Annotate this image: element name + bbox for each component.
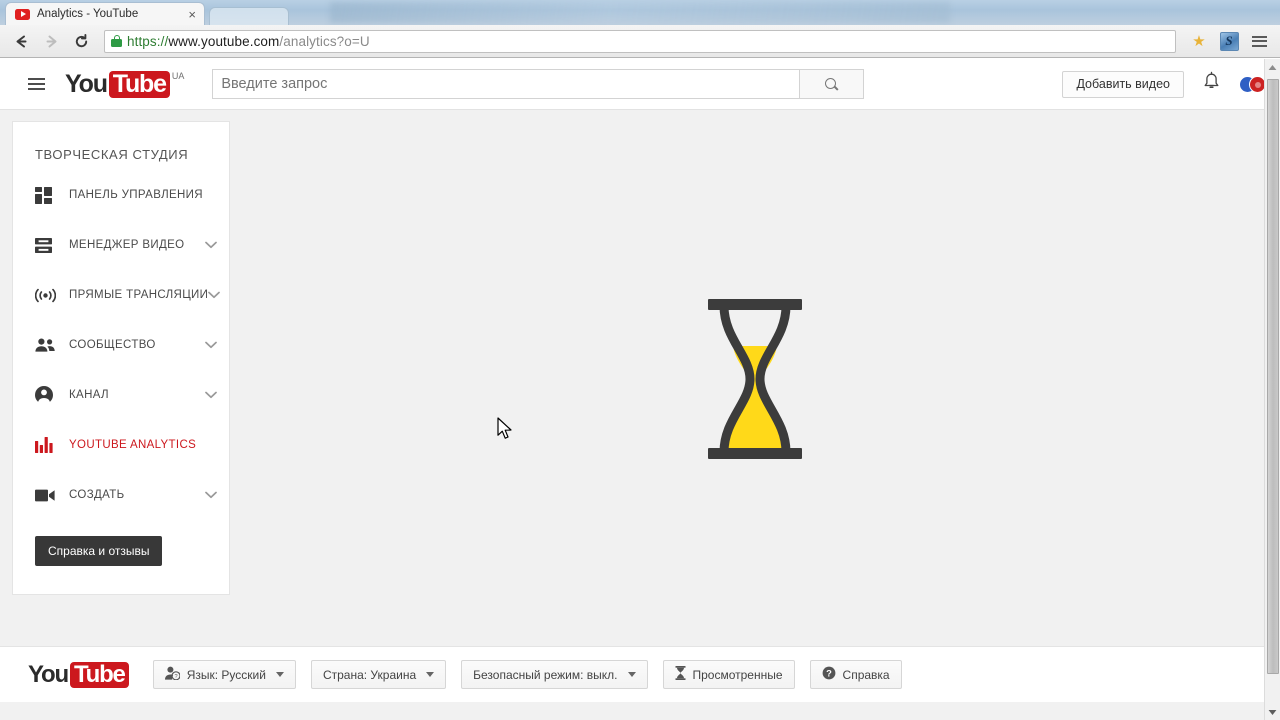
chevron-down-icon[interactable] xyxy=(208,291,221,299)
hamburger-icon[interactable] xyxy=(28,78,45,90)
hourglass-small-icon xyxy=(675,666,686,683)
reload-icon[interactable] xyxy=(68,29,94,53)
browser-tab[interactable]: Analytics - YouTube × xyxy=(5,2,205,25)
page-body: ТВОРЧЕСКАЯ СТУДИЯ ПАНЕЛЬ УПРАВЛЕНИЯ МЕНЕ… xyxy=(0,110,1280,659)
safe-mode-label: Безопасный режим: выкл. xyxy=(473,667,618,682)
sidebar-item-label: СОЗДАТЬ xyxy=(69,489,125,501)
chevron-down-icon[interactable] xyxy=(205,491,217,499)
back-arrow-icon[interactable] xyxy=(8,29,34,53)
svg-text:?: ? xyxy=(826,667,832,678)
country-selector-button[interactable]: Страна: Украина xyxy=(310,660,447,689)
footer-logo-tube: Tube xyxy=(69,661,129,688)
search-input[interactable] xyxy=(212,69,800,99)
hourglass-loading-icon xyxy=(705,296,805,467)
sidebar-item-label: YOUTUBE ANALYTICS xyxy=(69,439,197,451)
vertical-scrollbar[interactable] xyxy=(1264,59,1280,720)
logo-country-code: UA xyxy=(171,70,185,81)
scrollbar-thumb[interactable] xyxy=(1267,79,1279,674)
scroll-down-arrow-icon[interactable] xyxy=(1265,704,1280,720)
creator-studio-sidebar: ТВОРЧЕСКАЯ СТУДИЯ ПАНЕЛЬ УПРАВЛЕНИЯ МЕНЕ… xyxy=(12,121,230,595)
browser-toolbar: https://www.youtube.com/analytics?o=U ★ … xyxy=(0,25,1280,58)
question-mark-icon: ? xyxy=(822,666,836,683)
extension-icon[interactable]: S xyxy=(1216,29,1242,53)
sidebar-item-label: ПРЯМЫЕ ТРАНСЛЯЦИИ xyxy=(69,289,209,301)
help-button[interactable]: ? Справка xyxy=(809,660,902,689)
address-bar[interactable]: https://www.youtube.com/analytics?o=U xyxy=(104,29,1176,53)
page-viewport: You Tube UA Добавить видео xyxy=(0,59,1280,720)
svg-text:?: ? xyxy=(174,674,177,680)
bell-icon[interactable] xyxy=(1202,71,1221,97)
video-manager-icon xyxy=(35,237,57,253)
masthead-actions: Добавить видео xyxy=(1062,70,1266,98)
close-icon[interactable]: × xyxy=(186,8,198,21)
bookmark-star-icon[interactable]: ★ xyxy=(1186,29,1212,53)
community-people-icon xyxy=(35,338,57,352)
forward-arrow-icon xyxy=(38,29,64,53)
youtube-favicon xyxy=(15,8,30,20)
youtube-masthead: You Tube UA Добавить видео xyxy=(0,59,1280,110)
chevron-down-icon xyxy=(627,672,636,677)
sidebar-item-youtube-analytics[interactable]: YOUTUBE ANALYTICS xyxy=(13,420,229,470)
logo-tube-text: Tube xyxy=(108,70,170,98)
logo-you-text: You xyxy=(65,69,108,98)
create-camera-icon xyxy=(35,489,57,502)
sidebar-item-label: ПАНЕЛЬ УПРАВЛЕНИЯ xyxy=(69,189,203,201)
safe-mode-button[interactable]: Безопасный режим: выкл. xyxy=(461,660,648,689)
search-icon xyxy=(825,77,838,91)
sidebar-item-label: СООБЩЕСТВО xyxy=(69,339,156,351)
language-person-icon: ? xyxy=(164,666,181,683)
country-label: Страна: Украина xyxy=(322,667,417,682)
sidebar-item-community[interactable]: СООБЩЕСТВО xyxy=(13,320,229,370)
dashboard-icon xyxy=(35,186,57,204)
search-button[interactable] xyxy=(799,69,865,99)
url-scheme: https:// xyxy=(127,33,169,49)
sidebar-item-live-broadcasts[interactable]: ПРЯМЫЕ ТРАНСЛЯЦИИ xyxy=(13,270,229,320)
sidebar-item-dashboard[interactable]: ПАНЕЛЬ УПРАВЛЕНИЯ xyxy=(13,170,229,220)
tab-strip: Analytics - YouTube × xyxy=(0,0,1280,25)
browser-window: Analytics - YouTube × https://www.youtub… xyxy=(0,0,1280,720)
page-bottom-edge xyxy=(0,716,1280,720)
watch-history-button[interactable]: Просмотренные xyxy=(662,660,795,689)
chrome-menu-icon[interactable] xyxy=(1246,29,1272,53)
sidebar-title: ТВОРЧЕСКАЯ СТУДИЯ xyxy=(35,147,189,162)
chevron-down-icon[interactable] xyxy=(205,391,217,399)
account-avatars[interactable] xyxy=(1239,75,1266,93)
add-video-button[interactable]: Добавить видео xyxy=(1062,70,1184,98)
tab-title: Analytics - YouTube xyxy=(37,8,139,20)
language-label: Язык: Русский xyxy=(186,667,266,682)
chevron-down-icon[interactable] xyxy=(205,341,217,349)
url-text: https://www.youtube.com/analytics?o=U xyxy=(127,34,370,49)
chevron-down-icon xyxy=(275,672,284,677)
help-and-feedback-button[interactable]: Справка и отзывы xyxy=(35,536,163,566)
footer-youtube-logo[interactable]: You Tube xyxy=(28,660,129,688)
new-tab-button[interactable] xyxy=(209,7,289,25)
url-host: www.youtube.com xyxy=(168,33,280,49)
sidebar-item-video-manager[interactable]: МЕНЕДЖЕР ВИДЕО xyxy=(13,220,229,270)
language-selector-button[interactable]: ? Язык: Русский xyxy=(152,660,296,689)
sidebar-item-channel[interactable]: КАНАЛ xyxy=(13,370,229,420)
youtube-logo[interactable]: You Tube UA xyxy=(65,69,185,98)
scroll-up-arrow-icon[interactable] xyxy=(1265,59,1280,75)
analytics-bars-icon xyxy=(35,437,57,453)
chevron-down-icon[interactable] xyxy=(205,241,217,249)
chevron-down-icon xyxy=(426,672,435,677)
sidebar-item-label: МЕНЕДЖЕР ВИДЕО xyxy=(69,239,185,251)
sidebar-item-create[interactable]: СОЗДАТЬ xyxy=(13,470,229,520)
channel-person-icon xyxy=(35,386,57,404)
youtube-footer: You Tube ? Язык: Русский Страна: Украина xyxy=(0,646,1264,702)
url-path: /analytics?o=U xyxy=(279,33,370,49)
footer-logo-you: You xyxy=(28,660,69,688)
analytics-content-area xyxy=(230,121,1280,659)
sidebar-item-label: КАНАЛ xyxy=(69,389,109,401)
live-broadcast-icon xyxy=(35,288,57,303)
search-bar xyxy=(212,69,865,99)
help-label: Справка xyxy=(842,667,890,682)
secure-lock-icon xyxy=(111,35,122,47)
watch-history-label: Просмотренные xyxy=(692,667,783,682)
